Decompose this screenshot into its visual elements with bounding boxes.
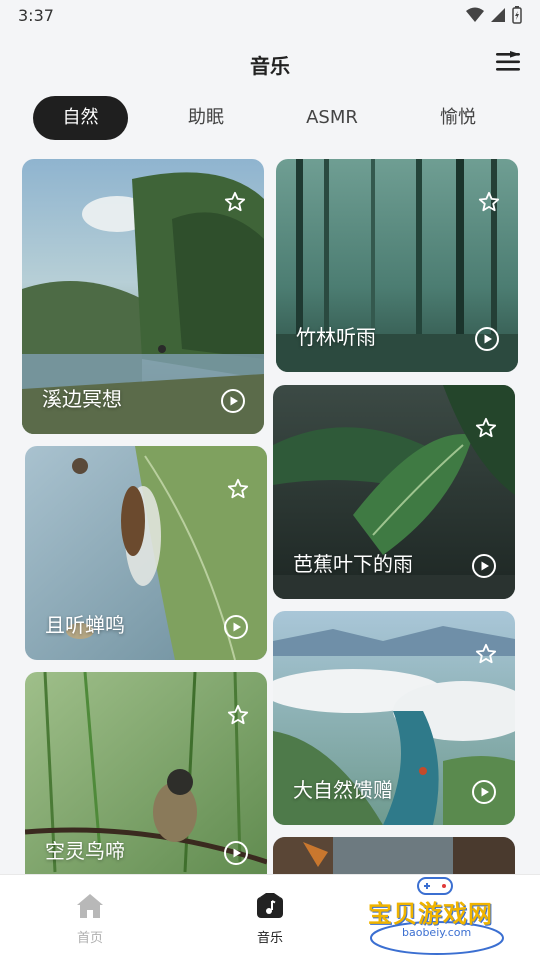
tab-nature[interactable]: 自然	[33, 96, 128, 140]
music-note-icon	[257, 893, 283, 918]
signal-icon	[491, 8, 505, 22]
nav-home[interactable]: 首页	[50, 893, 130, 946]
playlist-menu-button[interactable]	[494, 48, 522, 76]
tab-sleep[interactable]: 助眠	[160, 96, 252, 140]
favorite-star-icon[interactable]	[475, 417, 497, 439]
watermark-text: 宝贝游戏网	[368, 900, 493, 928]
battery-icon	[512, 6, 522, 24]
music-card-banana-leaf-rain[interactable]: 芭蕉叶下的雨	[273, 385, 515, 599]
status-time: 3:37	[18, 6, 54, 25]
play-icon[interactable]	[471, 779, 497, 805]
status-icons	[466, 6, 522, 24]
favorite-star-icon[interactable]	[224, 191, 246, 213]
play-icon[interactable]	[471, 553, 497, 579]
favorite-star-icon[interactable]	[475, 643, 497, 665]
music-card-bird-song[interactable]: 空灵鸟啼	[25, 672, 267, 886]
tab-joy[interactable]: 愉悦	[412, 96, 504, 140]
card-title: 空灵鸟啼	[45, 839, 125, 863]
tab-asmr[interactable]: ASMR	[284, 96, 380, 140]
nav-home-label: 首页	[76, 931, 103, 946]
card-title: 大自然馈赠	[293, 778, 393, 802]
nav-music-label: 音乐	[256, 931, 283, 946]
page-title: 音乐	[250, 54, 290, 78]
site-watermark-logo: 宝贝游戏网 baobeiy.com	[362, 876, 512, 956]
play-icon[interactable]	[474, 326, 500, 352]
music-card-cicada[interactable]: 且听蝉鸣	[25, 446, 267, 660]
home-icon	[77, 894, 103, 918]
play-icon[interactable]	[220, 388, 246, 414]
card-title: 且听蝉鸣	[45, 613, 125, 637]
nav-music[interactable]: 音乐	[230, 893, 310, 946]
card-title: 芭蕉叶下的雨	[293, 552, 413, 576]
card-title: 溪边冥想	[42, 387, 122, 411]
music-card-bamboo-rain[interactable]: 竹林听雨	[276, 159, 518, 372]
status-bar: 3:37	[0, 0, 540, 32]
play-icon[interactable]	[223, 614, 249, 640]
card-title: 竹林听雨	[296, 325, 376, 349]
music-card-nature-gift[interactable]: 大自然馈赠	[273, 611, 515, 825]
favorite-star-icon[interactable]	[227, 704, 249, 726]
category-tabs: 自然 助眠 ASMR 愉悦	[0, 96, 540, 142]
watermark-url: baobeiy.com	[402, 926, 472, 939]
favorite-star-icon[interactable]	[227, 478, 249, 500]
music-card-creek-meditation[interactable]: 溪边冥想	[22, 159, 264, 434]
favorite-star-icon[interactable]	[478, 191, 500, 213]
header: 音乐	[0, 36, 540, 92]
wifi-icon	[466, 7, 484, 22]
play-icon[interactable]	[223, 840, 249, 866]
